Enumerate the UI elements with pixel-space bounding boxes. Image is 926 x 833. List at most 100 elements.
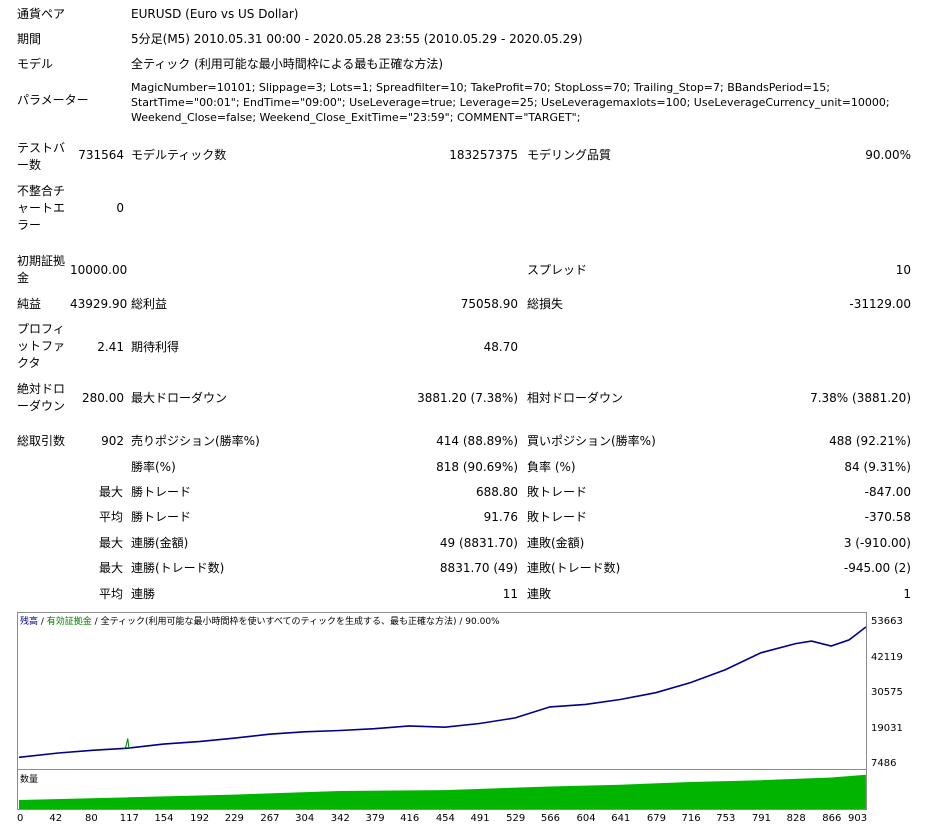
legend-quality: 90.00%: [465, 617, 500, 627]
modeled-ticks-label: モデルティック数: [131, 148, 227, 162]
balance-chart: [17, 612, 867, 810]
legend-model: 全ティック(利用可能な最小時間枠を使いすべてのティックを生成する、最も正確な方法…: [100, 617, 457, 627]
loss-trades-value: 84 (9.31%): [844, 460, 911, 474]
y-tick-label: 30575: [871, 687, 903, 699]
net-profit-label: 純益: [17, 297, 42, 311]
max-consec-count-prefix: 最大: [99, 561, 124, 575]
largest-profit-label: 勝トレード: [131, 485, 192, 499]
gross-loss-value: -31129.00: [849, 297, 911, 311]
largest-prefix: 最大: [99, 485, 124, 499]
chart-legend: 残高 / 有効証拠金 / 全ティック(利用可能な最小時間枠を使いすべてのティック…: [20, 616, 500, 628]
short-positions-value: 414 (88.89%): [436, 434, 518, 448]
max-consec-loss-money-label: 連敗(金額): [527, 536, 585, 550]
max-consec-loss-count-value: -945.00 (2): [843, 561, 911, 575]
legend-sep-1: /: [38, 617, 47, 627]
gross-profit-value: 75058.90: [460, 297, 518, 311]
balance-chart-svg: [18, 626, 866, 809]
x-tick-label: 641: [611, 813, 631, 824]
bars-tested-value: 731564: [78, 148, 124, 162]
max-consec-loss-money-value: 3 (-910.00): [843, 536, 911, 550]
average-loss-label: 敗トレード: [527, 510, 588, 524]
absolute-drawdown-label: 絶対ドローダウン: [17, 382, 66, 413]
currency-pair-label: 通貨ペア: [17, 7, 66, 21]
x-tick-label: 42: [49, 813, 63, 824]
expected-payoff-value: 48.70: [483, 340, 518, 354]
chart-divider: [18, 769, 866, 770]
avg-consec-win-value: 11: [502, 587, 518, 601]
largest-loss-label: 敗トレード: [527, 485, 588, 499]
x-tick-label: 379: [365, 813, 385, 824]
average-loss-value: -370.58: [864, 510, 911, 524]
legend-equity: 有効証拠金: [46, 617, 92, 627]
x-tick-label: 529: [506, 813, 526, 824]
gross-loss-label: 総損失: [527, 297, 564, 311]
long-positions-label: 買いポジション(勝率%): [527, 434, 656, 448]
expected-payoff-label: 期待利得: [131, 340, 180, 354]
bars-tested-label: テストバー数: [17, 141, 66, 172]
x-tick-label: 192: [190, 813, 210, 824]
profit-trades-value: 818 (90.69%): [436, 460, 518, 474]
loss-trades-label: 負率 (%): [527, 460, 576, 474]
x-tick-label: 716: [681, 813, 701, 824]
total-trades-label: 総取引数: [17, 434, 66, 448]
gross-profit-label: 総利益: [131, 297, 168, 311]
mismatched-errors-value: 0: [116, 201, 124, 215]
max-consec-win-count-value: 8831.70 (49): [439, 561, 518, 575]
volume-label: 数量: [20, 775, 39, 785]
total-trades-value: 902: [101, 434, 124, 448]
x-tick-label: 903: [848, 813, 868, 824]
average-profit-label: 勝トレード: [131, 510, 192, 524]
max-consec-win-money-label: 連勝(金額): [131, 536, 189, 550]
profit-factor-value: 2.41: [97, 340, 124, 354]
volume-area: [19, 774, 866, 809]
x-tick-label: 229: [224, 813, 244, 824]
legend-sep-2: /: [91, 617, 101, 627]
modeling-quality-label: モデリング品質: [527, 148, 612, 162]
x-tick-label: 454: [435, 813, 455, 824]
relative-drawdown-label: 相対ドローダウン: [527, 391, 624, 405]
mismatched-errors-label: 不整合チャートエラー: [17, 184, 66, 232]
max-consec-win-money-value: 49 (8831.70): [439, 536, 518, 550]
avg-consec-prefix: 平均: [99, 587, 124, 601]
model-label: モデル: [17, 57, 54, 71]
initial-deposit-label: 初期証拠金: [17, 254, 66, 285]
profit-trades-label: 勝率(%): [131, 460, 176, 474]
average-profit-value: 91.76: [483, 510, 518, 524]
y-tick-label: 7486: [871, 758, 897, 769]
long-positions-value: 488 (92.21%): [829, 434, 911, 448]
legend-balance: 残高: [20, 617, 39, 627]
spread-value: 10: [895, 263, 911, 277]
x-tick-label: 117: [119, 813, 139, 824]
x-tick-label: 80: [85, 813, 98, 824]
absolute-drawdown-value: 280.00: [82, 391, 124, 405]
avg-consec-win-label: 連勝: [131, 587, 156, 601]
y-tick-label: 42119: [871, 651, 903, 663]
x-tick-label: 154: [154, 813, 174, 824]
x-tick-label: 416: [400, 813, 420, 824]
model-value: 全ティック (利用可能な最小時間枠による最も正確な方法): [131, 57, 444, 71]
max-consec-loss-count-label: 連敗(トレード数): [527, 561, 621, 575]
period-value: 5分足(M5) 2010.05.31 00:00 - 2020.05.28 23…: [131, 32, 583, 46]
y-tick-label: 53663: [871, 616, 903, 628]
largest-loss-value: -847.00: [864, 485, 911, 499]
x-tick-label: 342: [330, 813, 350, 824]
parameters-label: パラメーター: [17, 93, 89, 107]
y-tick-label: 19031: [871, 722, 903, 734]
x-tick-label: 304: [295, 813, 315, 824]
maximal-drawdown-value: 3881.20 (7.38%): [417, 391, 518, 405]
spread-label: スプレッド: [527, 263, 588, 277]
currency-pair-value: EURUSD (Euro vs US Dollar): [131, 7, 299, 21]
net-profit-value: 43929.90: [70, 297, 128, 311]
x-tick-label: 491: [470, 813, 490, 824]
short-positions-label: 売りポジション(勝率%): [131, 434, 260, 448]
modeled-ticks-value: 183257375: [449, 148, 518, 162]
x-tick-label: 679: [646, 813, 666, 824]
x-tick-label: 267: [260, 813, 280, 824]
parameters-value: MagicNumber=10101; Slippage=3; Lots=1; S…: [131, 81, 890, 124]
max-consec-money-prefix: 最大: [99, 536, 124, 550]
x-tick-label: 791: [751, 813, 771, 824]
x-tick-label: 604: [576, 813, 596, 824]
x-tick-label: 566: [540, 813, 560, 824]
average-prefix: 平均: [99, 510, 124, 524]
avg-consec-loss-label: 連敗: [527, 587, 552, 601]
